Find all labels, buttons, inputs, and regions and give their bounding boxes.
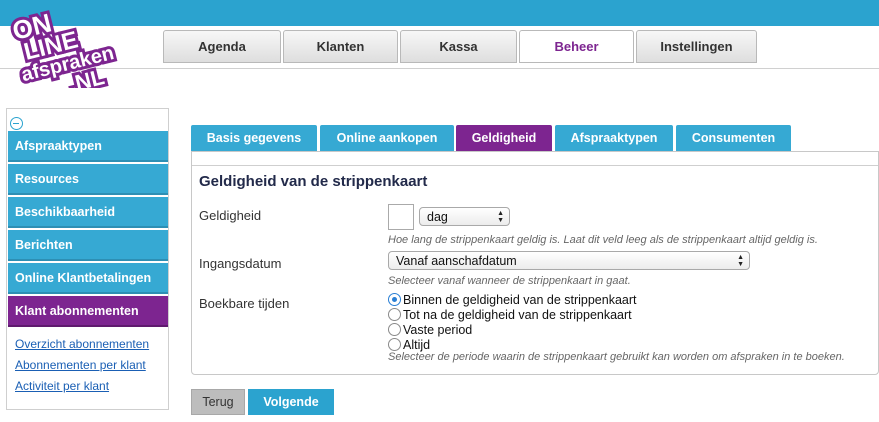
select-arrows-icon: ▲ ▼ [497,210,504,224]
sidebar-link-activiteit-per-klant[interactable]: Activiteit per klant [15,379,109,393]
ingangsdatum-value: Vanaf aanschafdatum [396,253,517,268]
geldigheid-panel: Geldigheid van de strippenkaart Geldighe… [191,151,879,375]
radio-button[interactable] [388,293,401,306]
radio-button[interactable] [388,323,401,336]
radio-button[interactable] [388,338,401,351]
ingangsdatum-select[interactable]: Vanaf aanschafdatum ▲ ▼ [388,251,750,270]
sidebar-item-beschikbaarheid[interactable]: Beschikbaarheid [8,197,168,228]
tab-geldigheid[interactable]: Geldigheid [456,125,552,151]
sidebar: Afspraaktypen Resources Beschikbaarheid … [6,108,169,410]
boekbare-tijden-hint: Selecteer de periode waarin de strippenk… [388,351,845,363]
tab-consumenten[interactable]: Consumenten [676,125,791,151]
geldigheid-label: Geldigheid [199,208,262,223]
geldigheid-hint: Hoe lang de strippenkaart geldig is. Laa… [388,234,818,246]
geldigheid-input[interactable] [388,204,414,230]
tab-afspraaktypen[interactable]: Afspraaktypen [555,125,673,151]
minus-circle-icon[interactable] [10,117,23,130]
tab-klanten[interactable]: Klanten [283,30,398,63]
back-button[interactable]: Terug [191,389,245,415]
panel-title: Geldigheid van de strippenkaart [199,173,428,190]
sidebar-item-klant-abonnementen[interactable]: Klant abonnementen [8,296,168,327]
boekbare-tijden-label: Boekbare tijden [199,296,290,311]
sidebar-link-abonnementen-per-klant[interactable]: Abonnementen per klant [15,358,146,372]
radio-option-vaste-period[interactable]: Vaste period [388,322,472,337]
main-tabs: Agenda Klanten Kassa Beheer Instellingen [163,30,757,63]
sidebar-item-berichten[interactable]: Berichten [8,230,168,261]
sidebar-item-resources[interactable]: Resources [8,164,168,195]
tab-kassa[interactable]: Kassa [400,30,517,63]
tab-basis-gegevens[interactable]: Basis gegevens [191,125,317,151]
logo[interactable]: ON LINE afspraken .NL [8,2,140,88]
tab-beheer[interactable]: Beheer [519,30,634,63]
geldigheid-unit-value: dag [427,209,448,224]
radio-option-binnen[interactable]: Binnen de geldigheid van de strippenkaar… [388,292,637,307]
next-button[interactable]: Volgende [248,389,334,415]
ingangsdatum-hint: Selecteer vanaf wanneer de strippenkaart… [388,275,631,287]
sidebar-item-afspraaktypen[interactable]: Afspraaktypen [8,131,168,162]
sidebar-item-online-klantbetalingen[interactable]: Online Klantbetalingen [8,263,168,294]
radio-button[interactable] [388,308,401,321]
tab-online-aankopen[interactable]: Online aankopen [320,125,454,151]
ingangsdatum-label: Ingangsdatum [199,256,282,271]
sidebar-link-overzicht-abonnementen[interactable]: Overzicht abonnementen [15,337,149,351]
radio-option-altijd[interactable]: Altijd [388,337,430,352]
select-arrows-icon: ▲ ▼ [737,254,744,268]
radio-option-tot-na[interactable]: Tot na de geldigheid van de strippenkaar… [388,307,632,322]
tab-instellingen[interactable]: Instellingen [636,30,757,63]
tab-agenda[interactable]: Agenda [163,30,281,63]
geldigheid-unit-select[interactable]: dag ▲ ▼ [419,207,510,226]
